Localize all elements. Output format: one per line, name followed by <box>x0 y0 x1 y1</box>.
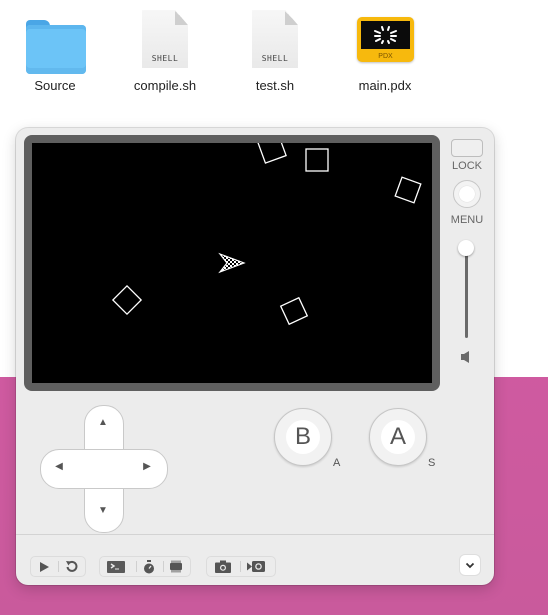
play-icon <box>40 561 49 572</box>
toolbar-group-capture <box>206 556 276 577</box>
toolbar-group-playback <box>30 556 86 577</box>
restart-button[interactable] <box>60 558 82 575</box>
pdx-bundle-icon: PDX <box>357 17 414 62</box>
b-button[interactable]: B <box>274 408 332 466</box>
a-button-label: A <box>381 420 415 454</box>
a-key-hint: S <box>428 457 436 469</box>
shell-script-icon: SHELL <box>142 10 188 68</box>
asteroid <box>257 143 287 164</box>
file-label: Source <box>34 78 76 93</box>
b-key-hint: A <box>333 457 341 469</box>
game-screen[interactable] <box>32 143 432 383</box>
folder-icon <box>26 20 86 74</box>
device-info-button[interactable] <box>165 558 187 575</box>
console-button[interactable] <box>105 558 127 575</box>
record-video-icon <box>247 561 265 572</box>
record-video-button[interactable] <box>245 558 267 575</box>
shell-script-icon: SHELL <box>252 10 298 68</box>
console-icon <box>107 560 125 573</box>
file-label: test.sh <box>255 78 295 93</box>
restart-icon <box>65 560 77 572</box>
volume-slider-track[interactable] <box>465 254 468 338</box>
dpad: ▲ ▼ ◀ ▶ <box>40 405 168 533</box>
file-label: main.pdx <box>358 78 412 93</box>
device-chip-icon <box>170 560 182 573</box>
asteroid <box>279 296 309 326</box>
stopwatch-icon <box>144 559 154 573</box>
lock-label: LOCK <box>452 160 482 172</box>
toolbar-group-tools <box>99 556 191 577</box>
game-canvas <box>111 143 422 326</box>
file-label: compile.sh <box>133 78 197 93</box>
b-button-label: B <box>286 420 320 454</box>
asteroid <box>111 284 143 316</box>
asteroid <box>394 176 422 204</box>
playdate-simulator: LOCK MENU ▲ ▼ ◀ ▶ B A A S <box>16 128 494 585</box>
menu-label: MENU <box>450 214 484 226</box>
chevron-down-icon <box>465 562 475 568</box>
dpad-right-button[interactable]: ▶ <box>140 460 154 474</box>
screen-bezel <box>24 135 440 391</box>
toolbar-divider <box>16 534 494 535</box>
expand-button[interactable] <box>460 555 480 575</box>
stopwatch-button[interactable] <box>138 558 160 575</box>
speaker-icon <box>461 351 469 363</box>
dpad-up-button[interactable]: ▲ <box>96 416 110 430</box>
player-ship <box>218 252 246 274</box>
screenshot-button[interactable] <box>212 558 234 575</box>
a-button[interactable]: A <box>369 408 427 466</box>
lock-button[interactable] <box>451 139 483 157</box>
asteroid <box>305 148 329 172</box>
dpad-down-button[interactable]: ▼ <box>96 504 110 518</box>
file-kind-badge: SHELL <box>261 54 289 63</box>
file-kind-badge: PDX <box>378 53 393 60</box>
play-button[interactable] <box>33 558 55 575</box>
file-kind-badge: SHELL <box>151 54 179 63</box>
dpad-left-button[interactable]: ◀ <box>52 460 66 474</box>
menu-button[interactable] <box>453 180 481 208</box>
volume-slider-knob[interactable] <box>458 240 474 256</box>
screenshot-icon <box>215 560 231 573</box>
